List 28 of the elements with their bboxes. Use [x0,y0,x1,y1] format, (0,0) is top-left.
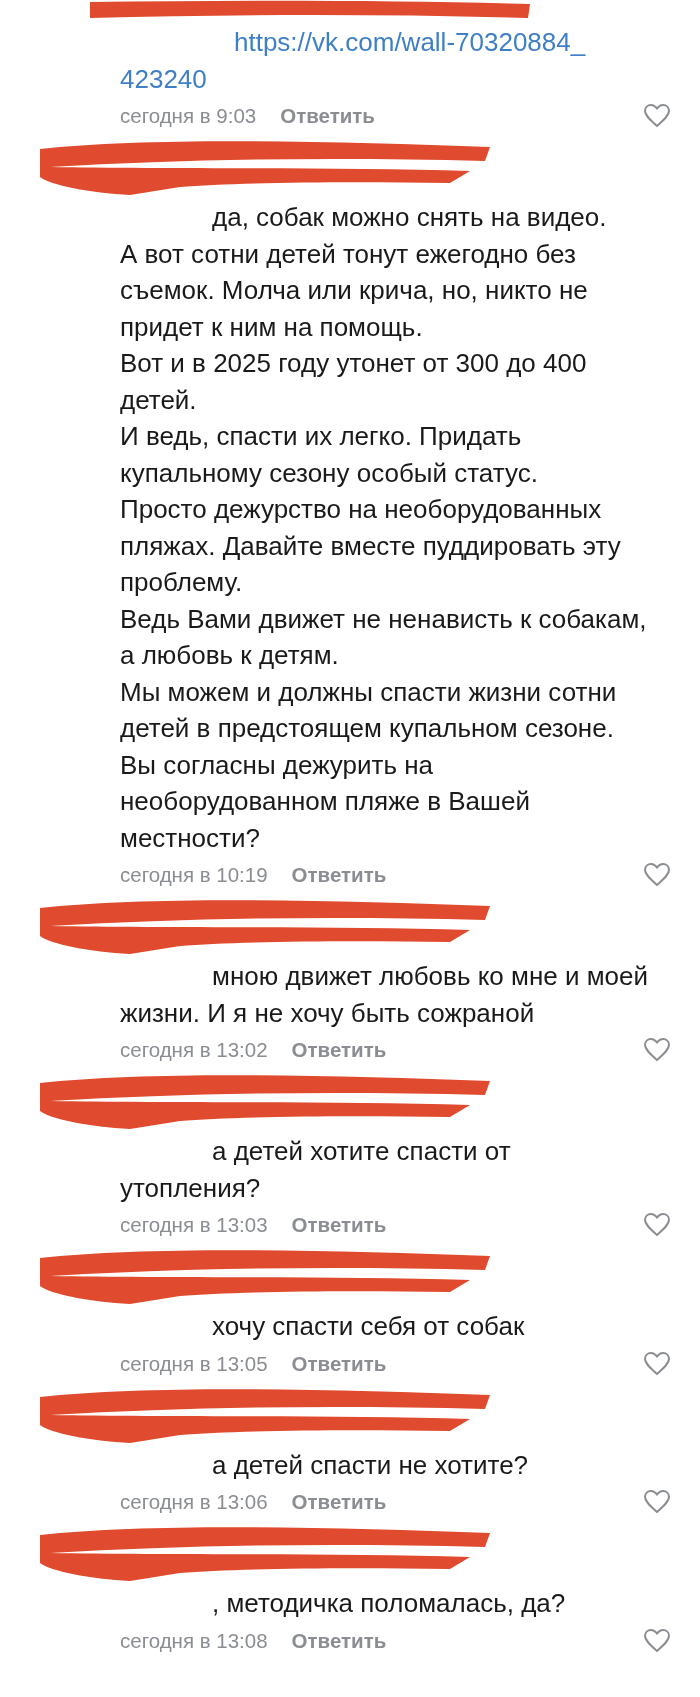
reply-link[interactable]: Ответить [291,1351,387,1376]
reply-link[interactable]: Ответить [291,1490,387,1514]
comment-text: мною движет любовь ко мне и моей жизни. И я не хочу быть сожраной [120,960,649,1030]
heart-icon[interactable] [644,1213,670,1237]
comment-text: , методичка поломалась, да? [211,1587,567,1620]
heart-icon[interactable] [644,1351,670,1376]
heart-icon[interactable] [644,863,670,887]
heart-icon[interactable] [644,1628,670,1653]
comment-time: сегодня в 13:02 [120,1038,268,1062]
comment-time: сегодня в 9:03 [120,104,257,128]
comment-time: сегодня в 13:06 [120,1490,268,1514]
comment-time: сегодня в 13:08 [120,1628,268,1653]
heart-icon[interactable] [644,104,670,128]
comment-text: а детей хотите спасти от утопления? [120,1135,512,1205]
reply-link[interactable]: Ответить [280,104,375,128]
reply-link[interactable]: Ответить [291,1038,387,1062]
comment-time: сегодня в 13:03 [120,1213,268,1237]
reply-link[interactable]: Ответить [291,1628,387,1653]
heart-icon[interactable] [644,1490,670,1514]
comment-text: да, собак можно снять на видео. А вот сотни детей тонут ежегодно без съемок. Молча или крича, но, никто не придет к ним на помощь. Вот и в 2025 году утонет от 300 до 400 детей. И ведь, спасти их легко. Придать купальному сезону особый статус. Просто дежурство на необорудованных пляжах. Давайте вместе пуддировать эту проблему. Ведь Вами движет не ненависть к собакам, а любовь к детям. Мы можем и должны спасти жизни сотни детей в предстоящем купальном сезоне. Вы согласны дежурить на необорудованном пляже в Вашей местности? [120,201,648,855]
reply-link[interactable]: Ответить [291,863,387,887]
post-link[interactable]: https://vk.com/wall-70320884_423240 [120,24,598,97]
comment-text: а детей спасти не хотите? [211,1448,530,1482]
heart-icon[interactable] [644,1038,670,1062]
comment-text: хочу спасти себя от собак [211,1310,526,1343]
reply-link[interactable]: Ответить [291,1213,387,1237]
comment-time: сегодня в 10:19 [120,863,268,887]
comment-time: сегодня в 13:05 [120,1351,268,1376]
